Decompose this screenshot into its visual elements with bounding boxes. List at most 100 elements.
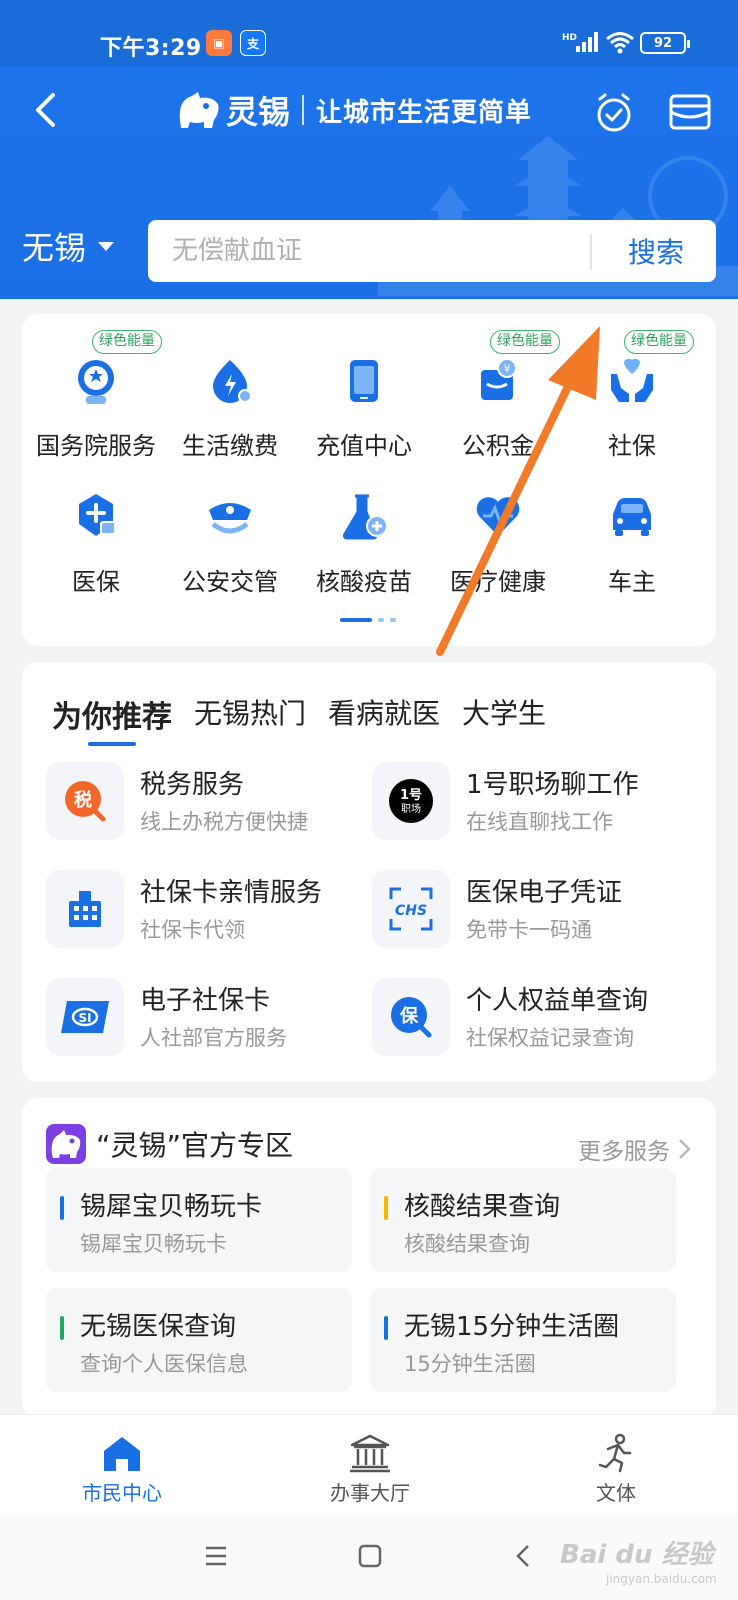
chevron-right-icon — [679, 1139, 691, 1159]
baidu-watermark-url: jingyan.baidu.com — [606, 1572, 717, 1586]
nav-label: 市民中心 — [82, 1481, 162, 1505]
zone-item-nucleic-result[interactable]: 核酸结果查询 核酸结果查询 — [370, 1168, 676, 1272]
rhino-logo-icon — [179, 92, 219, 128]
tab-wuxi-hot[interactable]: 无锡热门 — [194, 692, 306, 736]
brand-name: 灵锡 — [226, 93, 291, 131]
recommendation-card: 为你推荐 无锡热门 看病就医 大学生 税 税务服务 线上办税方便快捷 1号 职场… — [22, 662, 716, 1082]
home-icon — [104, 1437, 140, 1471]
logo-divider — [302, 95, 305, 125]
health-heart-icon — [476, 497, 520, 536]
tab-medical[interactable]: 看病就医 — [328, 692, 440, 736]
nav-citizen-center[interactable]: 市民中心 — [42, 1415, 202, 1515]
rec-item-subtitle: 人社部官方服务 — [140, 1026, 287, 1050]
official-zone-card: “灵锡”官方专区 更多服务 锡犀宝贝畅玩卡 锡犀宝贝畅玩卡 核酸结果查询 核酸结… — [22, 1098, 716, 1418]
svg-text:¥: ¥ — [504, 362, 511, 375]
rec-item-rights-query[interactable]: 保 个人权益单查询 社保权益记录查询 — [372, 976, 692, 1060]
page-dot — [378, 618, 384, 622]
accent-bar — [60, 1196, 64, 1220]
accent-bar — [384, 1196, 388, 1220]
tab-recommended[interactable]: 为你推荐 — [52, 692, 172, 746]
rec-item-subtitle: 社保卡代领 — [140, 918, 245, 942]
search-input[interactable] — [148, 220, 578, 282]
green-energy-badge: 绿色能量 — [92, 330, 162, 354]
service-recharge[interactable]: 充值中心 — [296, 332, 432, 460]
service-car-owner[interactable]: 车主 — [564, 468, 700, 596]
rec-item-title: 个人权益单查询 — [466, 986, 649, 1016]
running-person-icon — [598, 1433, 632, 1473]
zone-item-subtitle: 核酸结果查询 — [404, 1232, 530, 1256]
building-icon — [46, 870, 124, 948]
service-label: 公积金 — [462, 432, 534, 460]
app-logo: 灵锡 让城市生活更简单 — [176, 88, 532, 132]
alipay-app-icon: 支 — [240, 30, 266, 56]
svg-text:职场: 职场 — [401, 802, 421, 815]
city-selector[interactable]: 无锡 — [22, 224, 115, 268]
caret-down-icon — [98, 241, 115, 251]
housing-fund-icon: ¥ — [481, 358, 517, 400]
bottom-nav: 市民中心 办事大厅 文体 — [0, 1414, 738, 1514]
service-label: 生活缴费 — [182, 432, 278, 460]
police-traffic-icon — [209, 503, 251, 534]
wifi-icon — [606, 32, 634, 54]
page-dot — [390, 618, 396, 622]
battery-icon: 92 — [640, 32, 690, 54]
service-bill-payment[interactable]: 生活缴费 — [162, 332, 298, 460]
back-triangle-icon[interactable] — [504, 1536, 544, 1576]
phone-recharge-icon — [350, 360, 378, 402]
job-icon: 1号 职场 — [372, 762, 450, 840]
chs-icon: CHS — [372, 870, 450, 948]
zone-item-title: 无锡医保查询 — [80, 1312, 237, 1342]
zone-item-subtitle: 15分钟生活圈 — [404, 1352, 536, 1376]
page-dot-active — [340, 618, 372, 622]
nav-label: 办事大厅 — [330, 1481, 410, 1505]
service-medical-insurance[interactable]: 医保 — [28, 468, 164, 596]
page-indicator — [340, 618, 396, 622]
zone-item-medical-query[interactable]: 无锡医保查询 查询个人医保信息 — [46, 1288, 352, 1392]
signal-icon: HD — [562, 32, 598, 52]
menu-icon[interactable] — [196, 1536, 236, 1576]
zone-item-title: 锡犀宝贝畅玩卡 — [80, 1192, 263, 1222]
rec-item-title: 医保电子凭证 — [466, 878, 623, 908]
bao-search-icon: 保 — [372, 978, 450, 1056]
search-divider — [590, 234, 592, 270]
service-label: 社保 — [608, 432, 656, 460]
accent-bar — [384, 1316, 388, 1340]
rec-item-subtitle: 免带卡一码通 — [466, 918, 592, 942]
zone-item-subtitle: 查询个人医保信息 — [80, 1352, 248, 1376]
zone-item-title: 核酸结果查询 — [404, 1192, 561, 1222]
tab-college[interactable]: 大学生 — [462, 692, 546, 736]
rec-item-job[interactable]: 1号 职场 1号职场聊工作 在线直聊找工作 — [372, 760, 692, 844]
state-council-icon — [78, 360, 114, 404]
nav-culture-sports[interactable]: 文体 — [536, 1415, 696, 1515]
rec-item-e-social-card[interactable]: SI 电子社保卡 人社部官方服务 — [46, 976, 366, 1060]
search-button[interactable]: 搜索 — [596, 220, 716, 282]
zone-item-title: 无锡15分钟生活圈 — [404, 1312, 620, 1342]
recommendation-tabs: 为你推荐 无锡热门 看病就医 大学生 — [52, 692, 546, 746]
brand-slogan: 让城市生活更简单 — [316, 97, 533, 128]
service-police-traffic[interactable]: 公安交管 — [162, 468, 298, 596]
green-energy-badge: 绿色能量 — [624, 330, 694, 354]
nav-service-hall[interactable]: 办事大厅 — [290, 1415, 450, 1515]
service-nucleic-vaccine[interactable]: 核酸疫苗 — [296, 468, 432, 596]
test-tube-icon — [342, 494, 388, 540]
service-health[interactable]: 医疗健康 — [430, 468, 566, 596]
home-square-icon[interactable] — [350, 1536, 390, 1576]
more-services-link[interactable]: 更多服务 — [578, 1132, 692, 1166]
rec-item-tax[interactable]: 税 税务服务 线上办税方便快捷 — [46, 760, 366, 844]
rhino-logo-icon — [46, 1124, 86, 1164]
zone-item-kids-pass[interactable]: 锡犀宝贝畅玩卡 锡犀宝贝畅玩卡 — [46, 1168, 352, 1272]
medical-insurance-icon — [79, 494, 116, 536]
timer-icon[interactable] — [592, 90, 636, 134]
rec-item-family-service[interactable]: 社保卡亲情服务 社保卡代领 — [46, 868, 366, 952]
baidu-watermark: Bai du 经验 — [560, 1540, 714, 1570]
rec-item-title: 社保卡亲情服务 — [140, 878, 323, 908]
back-button[interactable] — [26, 90, 66, 130]
tax-icon: 税 — [46, 762, 124, 840]
bill-payment-icon — [213, 360, 252, 403]
zone-item-life-circle[interactable]: 无锡15分钟生活圈 15分钟生活圈 — [370, 1288, 676, 1392]
rec-item-medical-voucher[interactable]: CHS 医保电子凭证 免带卡一码通 — [372, 868, 692, 952]
card-wallet-icon[interactable] — [668, 90, 712, 134]
notification-app-icon: ▣ — [206, 30, 232, 56]
accent-bar — [60, 1316, 64, 1340]
si-card-icon: SI — [46, 978, 124, 1056]
